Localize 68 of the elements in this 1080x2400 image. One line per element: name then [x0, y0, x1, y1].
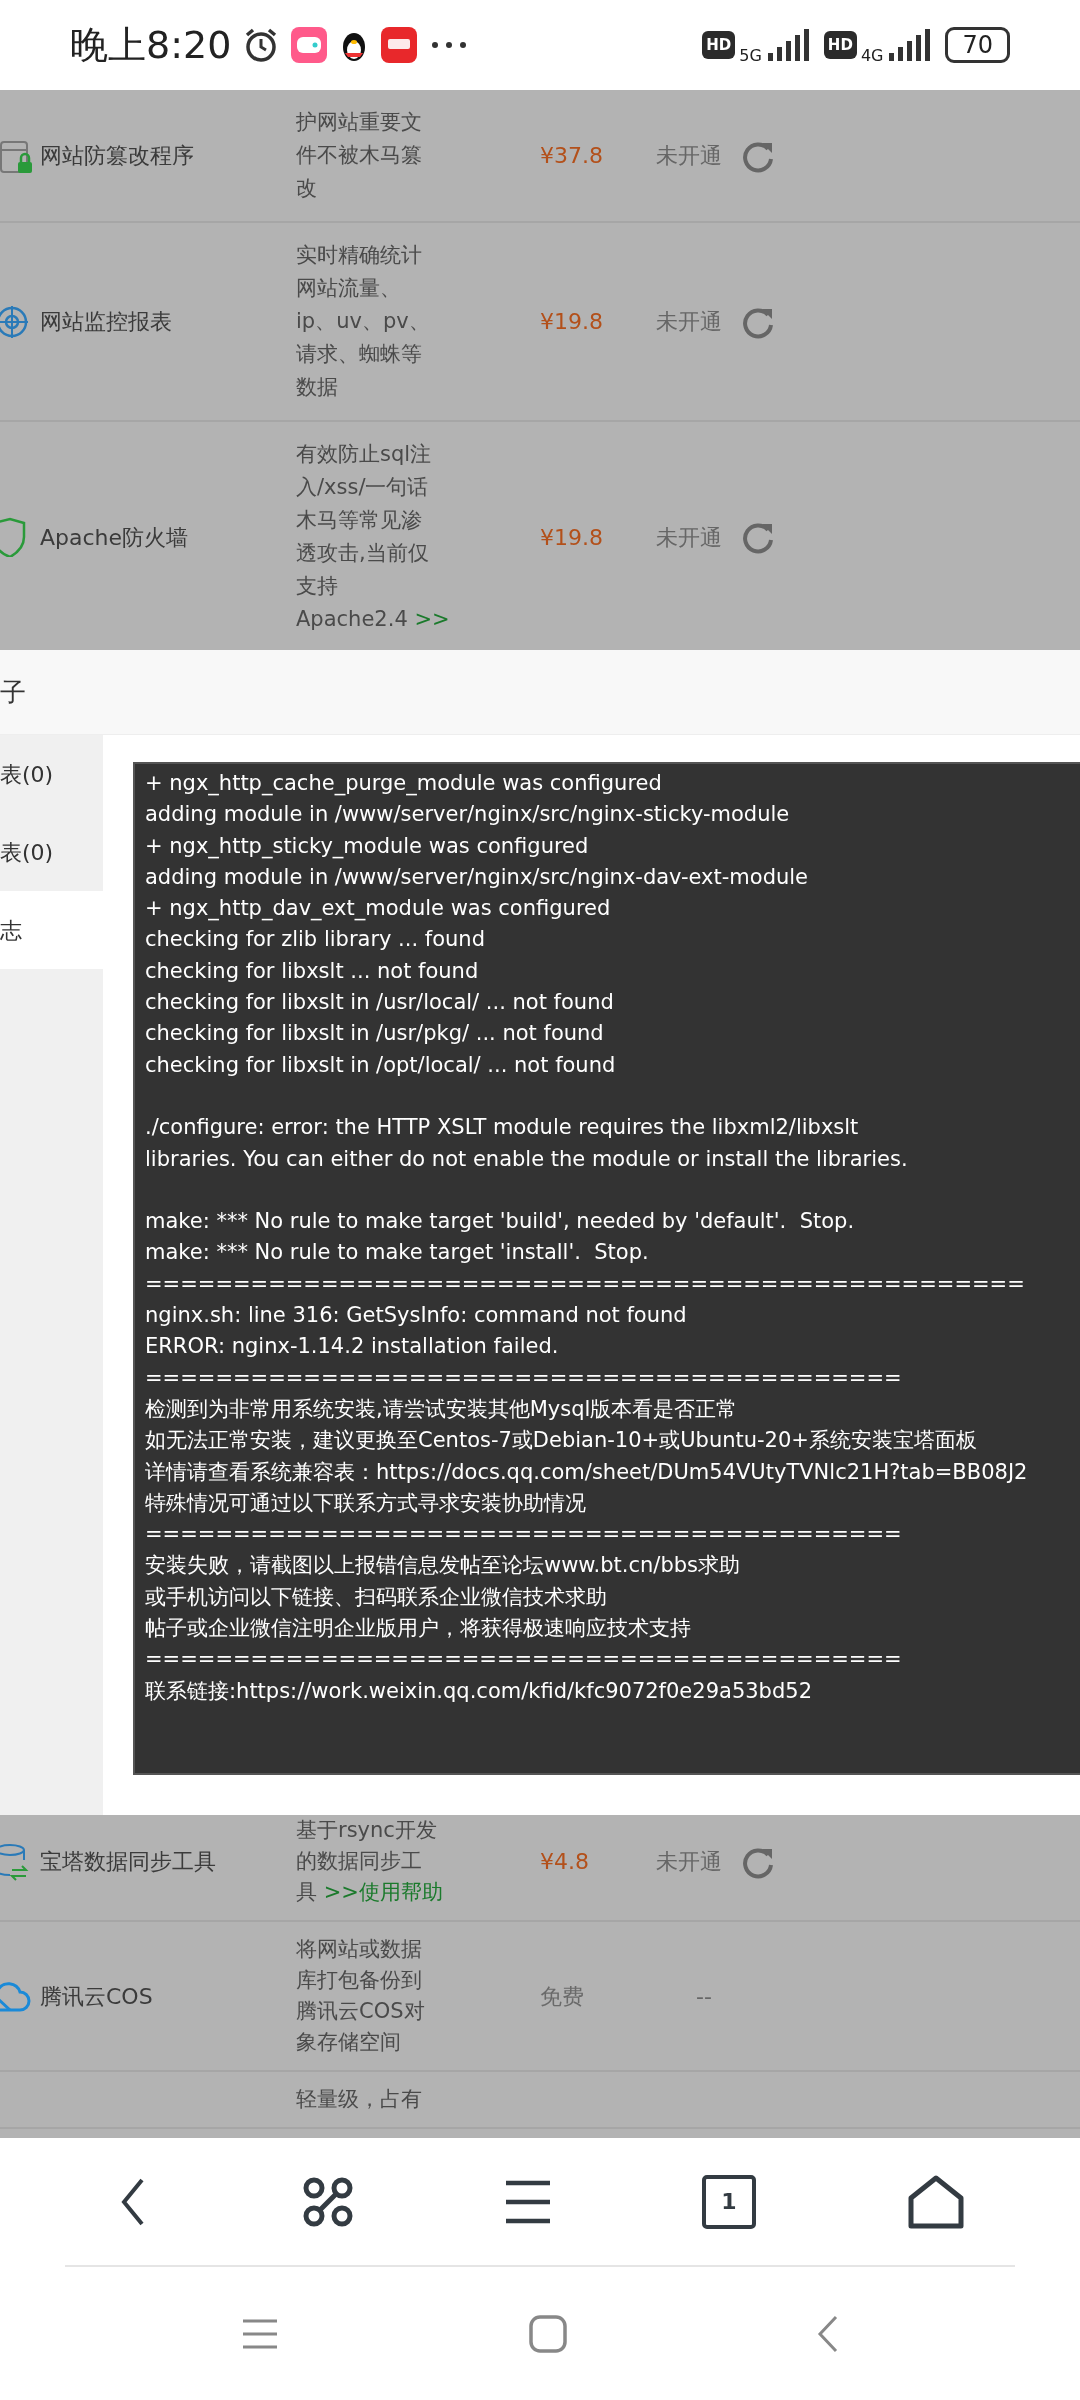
log-line: checking for zlib library ... found [145, 926, 486, 954]
log-line: checking for libxslt ... not found [145, 957, 480, 985]
refresh-icon[interactable] [740, 520, 774, 554]
log-line: adding module in /www/server/nginx/src/nginx-sticky-module [145, 801, 791, 829]
dialog-title: 子 [0, 675, 26, 709]
plugin-name: 腾讯云COS [40, 1983, 153, 2009]
signal-icon [765, 29, 812, 61]
clock-time: 晚上8:20 [70, 21, 232, 69]
log-line: adding module in /www/server/nginx/src/nginx-dav-ext-module [145, 863, 810, 891]
command-icon[interactable] [302, 2175, 354, 2228]
battery-indicator: 70 [945, 27, 1010, 63]
plugin-price: ¥37.8 [540, 143, 603, 168]
log-line: ./configure: error: the HTTP XSLT module requires the libxml2/libxslt [145, 1114, 860, 1142]
hd-label: HD [702, 30, 736, 60]
plugin-description: 基于rsync开发 的数据同步工 具 >>使用帮助 [296, 1817, 444, 1906]
plugin-description: 实时精确统计 网站流量、 ip、uv、pv、 请求、蜘蛛等 数据 [296, 242, 431, 401]
log-line: + ngx_http_cache_purge_module was configured [145, 770, 663, 798]
log-line: ================================================== [145, 1270, 1026, 1298]
plugin-name: 宝塔数据同步工具 [40, 1849, 216, 1874]
status-text: 未开通 [656, 523, 722, 552]
log-line: =========================================== [145, 1521, 903, 1549]
log-line: ERROR: nginx-1.14.2 installation failed. [145, 1333, 560, 1361]
hd-label: HD [823, 30, 857, 60]
tabs-button[interactable]: 1 [702, 2174, 756, 2229]
status-text: -- [695, 1982, 712, 2011]
log-line: make: *** No rule to make target 'build', needed by 'default'. Stop. [145, 1208, 856, 1236]
plugin-price: ¥19.8 [540, 309, 603, 334]
log-line: 安装失败，请截图以上报错信息发帖至论坛www.bt.cn/bbs求助 [145, 1552, 742, 1580]
plugin-name: 网站监控报表 [40, 309, 172, 334]
plugin-description: 将网站或数据 库打包备份到 腾讯云COS对 象存储空间 [296, 1936, 426, 2056]
log-line: + ngx_http_dav_ext_module was configured [145, 895, 612, 923]
network-label: 5G [739, 45, 762, 67]
side-tab[interactable]: 表(0) [0, 813, 103, 891]
plugin-name: Apache防火墙 [40, 524, 189, 550]
menu-icon[interactable] [506, 2178, 550, 2225]
log-line: make: *** No rule to make target 'install'. Stop. [145, 1239, 650, 1267]
news-app-icon [381, 27, 418, 63]
side-tab[interactable]: 志 [0, 891, 103, 969]
network-label: 4G [860, 45, 884, 67]
log-line: =========================================== [145, 1646, 903, 1674]
status-text: 未开通 [656, 142, 722, 170]
log-line: libraries. You can either do not enable the module or install the libraries. [145, 1145, 909, 1173]
log-line: checking for libxslt in /usr/local/ ... not found [145, 989, 615, 1017]
log-line: 详情请查看系统兼容表：https://docs.qq.com/sheet/DUm54VUtyTVNlc21H?tab=BB08J2 [145, 1458, 1029, 1486]
plugin-name: 网站防篡改程序 [40, 143, 194, 168]
plugin-price: ¥19.8 [540, 524, 603, 550]
plugin-price: 免费 [540, 1983, 584, 2009]
log-line: nginx.sh: line 316: GetSysInfo: command not found [145, 1302, 688, 1330]
plugin-price: ¥4.8 [540, 1849, 589, 1874]
game-app-icon [291, 27, 328, 63]
home-icon[interactable] [908, 2173, 964, 2230]
status-text: 未开通 [656, 1848, 722, 1876]
log-line: 帖子或企业微信注明企业版用户，将获得极速响应技术支持 [145, 1615, 692, 1642]
log-line: 或手机访问以下链接、扫码联系企业微信技术求助 [145, 1583, 608, 1611]
log-line: 联系链接:https://work.weixin.qq.com/kfid/kfc9072f0e29a53bd52 [145, 1677, 813, 1705]
log-line: 检测到为非常用系统安装,请尝试安装其他Mysql版本看是否正常 [145, 1395, 739, 1423]
plugin-description: 有效防止sql注 入/xss/一句话 木马等常见渗 透攻击,当前仅 支持 Apache2.4 >> [296, 441, 451, 633]
plugin-description: 护网站重要文 件不被木马篡 改 [296, 109, 423, 202]
home-button-icon[interactable] [529, 2314, 567, 2353]
log-line: checking for libxslt in /usr/pkg/ ... not found [145, 1020, 605, 1048]
log-line: 如无法正常安装，建议更换至Centos-7或Debian-10+或Ubuntu-20+系统安装宝塔面板 [145, 1427, 978, 1455]
status-text: 未开通 [656, 308, 722, 336]
plugin-description: 轻量级，占有 [296, 2086, 423, 2113]
log-line: checking for libxslt in /opt/local/ ... not found [145, 1051, 617, 1079]
log-line: + ngx_http_sticky_module was configured [145, 832, 590, 861]
log-line: 特殊情况可通过以下联系方式寻求安装协助情况 [145, 1489, 587, 1517]
side-tab[interactable]: 表(0) [0, 735, 103, 813]
log-line: =========================================== [145, 1364, 903, 1392]
